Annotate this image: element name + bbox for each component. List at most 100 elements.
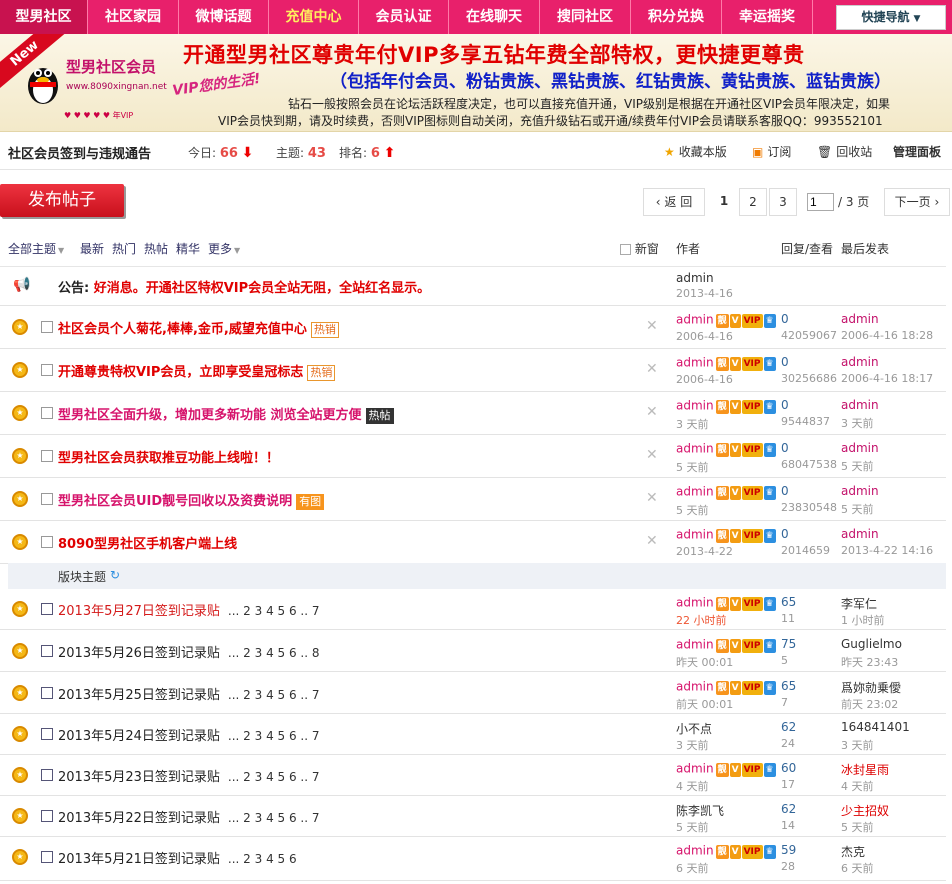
thread-title[interactable]: 型男社区会员UID靓号回收以及资费说明 有图 [58,490,325,510]
topic-row[interactable]: ★ 2013年5月24日签到记录贴... 2 3 4 5 6 .. 7 小不点 3 天… [0,714,946,755]
reply-count[interactable]: 65 [781,679,796,693]
page-links[interactable]: ... 2 3 4 5 6 .. 7 [228,688,320,702]
thread-title[interactable]: 2013年5月25日签到记录贴... 2 3 4 5 6 .. 7 [58,684,320,703]
last-poster[interactable]: admin [841,355,879,369]
select-checkbox[interactable] [41,728,53,740]
page-1[interactable]: 1 [711,188,737,216]
last-post-date[interactable]: 2006-4-16 18:17 [841,372,933,385]
last-poster[interactable]: 爲妳勍乗僾 [841,679,901,696]
thread-author[interactable]: admin 靓 V VIP ♛ [676,637,777,653]
back-button[interactable]: ‹ 返 回 [643,188,705,216]
select-checkbox[interactable] [41,536,53,548]
topic-row[interactable]: ★ 2013年5月26日签到记录贴... 2 3 4 5 6 .. 8 admin 靓… [0,631,946,672]
last-poster[interactable]: 少主招奴 [841,802,889,819]
close-icon[interactable]: ✕ [646,447,658,463]
thread-author[interactable]: admin 靓 V VIP ♛ [676,595,777,611]
last-post-date[interactable]: 2013-4-22 14:16 [841,544,933,557]
close-icon[interactable]: ✕ [646,318,658,334]
filter-hot-threads[interactable]: 热帖 [144,240,168,257]
thread-author[interactable]: admin 靓 V VIP ♛ [676,761,777,777]
select-checkbox[interactable] [41,364,53,376]
last-poster[interactable]: admin [841,441,879,455]
reply-count[interactable]: 0 [781,312,789,326]
sticky-row[interactable]: ★ 开通尊贵特权VIP会员，立即享受皇冠标志 热销 ✕ admin 靓 V VIP ♛ 2006-… [0,349,946,392]
refresh-icon[interactable]: ↻ [110,568,120,582]
filter-hot[interactable]: 热门 [112,240,136,257]
thread-author[interactable]: 小不点 [676,720,712,737]
thread-title[interactable]: 2013年5月21日签到记录贴... 2 3 4 5 6 [58,848,297,867]
new-window-checkbox[interactable] [620,244,631,255]
select-checkbox[interactable] [41,407,53,419]
reply-count[interactable]: 0 [781,484,789,498]
page-links[interactable]: ... 2 3 4 5 6 .. 8 [228,646,320,660]
page-links[interactable]: ... 2 3 4 5 6 .. 7 [228,770,320,784]
last-post-date[interactable]: 3 天前 [841,737,874,753]
last-poster[interactable]: 李军仁 [841,595,877,612]
page-2[interactable]: 2 [739,188,767,216]
next-page-button[interactable]: 下一页 › [884,188,950,216]
thread-author[interactable]: admin 靓 V VIP ♛ [676,843,777,859]
reply-count[interactable]: 59 [781,843,796,857]
thread-title[interactable]: 2013年5月22日签到记录贴... 2 3 4 5 6 .. 7 [58,807,320,826]
last-post-date[interactable]: 前天 23:02 [841,696,898,712]
select-checkbox[interactable] [41,493,53,505]
nav-search[interactable]: 搜同社区 [540,0,631,34]
thread-author[interactable]: admin 靓 V VIP ♛ [676,679,777,695]
last-poster[interactable]: 冰封星雨 [841,761,889,778]
nav-chat[interactable]: 在线聊天 [449,0,540,34]
reply-count[interactable]: 62 [781,802,796,816]
post-new-button[interactable]: 发布帖子 [0,184,124,217]
thread-author[interactable]: admin 靓 V VIP ♛ [676,441,777,457]
filter-all[interactable]: 全部主题 ▼ [8,240,64,257]
thread-author[interactable]: admin 靓 V VIP ♛ [676,355,777,371]
select-checkbox[interactable] [41,687,53,699]
vip-banner[interactable]: New 型男社区会员 www.8090xingnan.net VIP您的生活! … [0,34,952,132]
last-poster[interactable]: admin [841,527,879,541]
select-checkbox[interactable] [41,645,53,657]
nav-weibo[interactable]: 微博话题 [179,0,269,34]
filter-digest[interactable]: 精华 [176,240,200,257]
close-icon[interactable]: ✕ [646,533,658,549]
thread-title[interactable]: 型男社区会员获取推豆功能上线啦！！ [58,447,279,466]
thread-title[interactable]: 8090型男社区手机客户端上线 [58,533,237,552]
nav-points[interactable]: 积分兑换 [631,0,722,34]
last-post-date[interactable]: 1 小时前 [841,612,885,628]
thread-author[interactable]: admin 靓 V VIP ♛ [676,312,777,328]
last-post-date[interactable]: 3 天前 [841,415,874,431]
new-window-toggle[interactable]: 新窗 [620,240,659,257]
thread-title[interactable]: 2013年5月27日签到记录贴... 2 3 4 5 6 .. 7 [58,600,320,619]
select-checkbox[interactable] [41,851,53,863]
announcement-title[interactable]: 公告: 好消息。开通社区特权VIP会员全站无阻，全站红名显示。 [58,277,430,296]
sticky-row[interactable]: ★ 社区会员个人菊花,棒棒,金币,威望充值中心 热销 ✕ admin 靓 V VIP ♛ 2006… [0,306,946,349]
thread-title[interactable]: 开通尊贵特权VIP会员，立即享受皇冠标志 热销 [58,361,336,381]
thread-title[interactable]: 型男社区全面升级，增加更多新功能 浏览全站更方便 热帖 [58,404,394,424]
select-checkbox[interactable] [41,603,53,615]
select-checkbox[interactable] [41,321,53,333]
topic-row[interactable]: ★ 2013年5月23日签到记录贴... 2 3 4 5 6 .. 7 admin 靓… [0,755,946,796]
topic-row[interactable]: ★ 2013年5月25日签到记录贴... 2 3 4 5 6 .. 7 admin 靓… [0,673,946,714]
last-post-date[interactable]: 6 天前 [841,860,874,876]
thread-author[interactable]: 陈李凯飞 [676,802,724,819]
page-3[interactable]: 3 [769,188,797,216]
admin-panel-link[interactable]: 管理面板 [893,143,941,160]
announcement-row[interactable]: 📢 公告: 好消息。开通社区特权VIP会员全站无阻，全站红名显示。 admin … [0,267,946,306]
close-icon[interactable]: ✕ [646,490,658,506]
filter-more[interactable]: 更多 ▼ [208,240,240,257]
thread-title[interactable]: 社区会员个人菊花,棒棒,金币,威望充值中心 热销 [58,318,339,338]
quick-nav-button[interactable]: 快捷导航 ▼ [836,5,946,30]
nav-lucky[interactable]: 幸运摇奖 [722,0,813,34]
last-poster[interactable]: admin [841,398,879,412]
subscribe-link[interactable]: ▣ 订阅 [752,143,791,160]
reply-count[interactable]: 62 [781,720,796,734]
select-checkbox[interactable] [41,450,53,462]
thread-title[interactable]: 2013年5月26日签到记录贴... 2 3 4 5 6 .. 8 [58,642,320,661]
topic-row[interactable]: ★ 2013年5月27日签到记录贴... 2 3 4 5 6 .. 7 admin 靓… [0,589,946,630]
close-icon[interactable]: ✕ [646,361,658,377]
page-links[interactable]: ... 2 3 4 5 6 [228,852,297,866]
last-post-date[interactable]: 4 天前 [841,778,874,794]
reply-count[interactable]: 0 [781,527,789,541]
sticky-row[interactable]: ★ 型男社区会员获取推豆功能上线啦！！ ✕ admin 靓 V VIP ♛ 5 天前 0 68047… [0,435,946,478]
announcement-author[interactable]: admin [676,271,714,285]
last-post-date[interactable]: 5 天前 [841,458,874,474]
page-links[interactable]: ... 2 3 4 5 6 .. 7 [228,604,320,618]
